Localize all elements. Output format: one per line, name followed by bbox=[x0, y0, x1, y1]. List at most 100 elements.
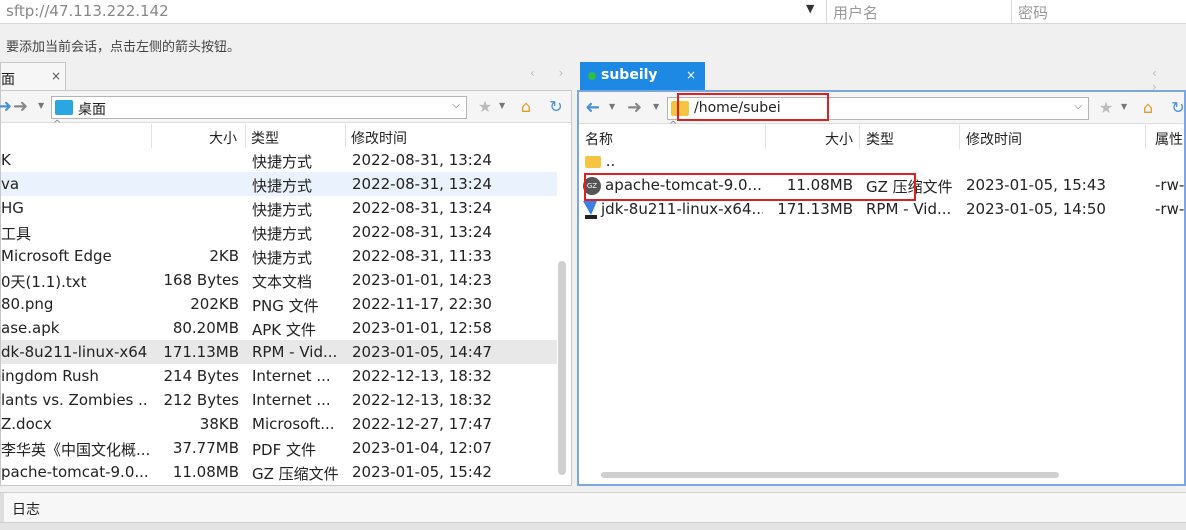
col-type[interactable]: 类型 bbox=[251, 128, 279, 148]
back-arrow-icon[interactable]: ➜ bbox=[0, 96, 12, 117]
local-path-field[interactable]: 桌面 ⌵ bbox=[51, 96, 467, 119]
col-name[interactable]: 名称 bbox=[585, 129, 613, 149]
divider bbox=[151, 124, 152, 148]
home-icon[interactable]: ⌂ bbox=[1138, 98, 1158, 118]
file-modified: 2022-12-13, 18:32 bbox=[352, 367, 492, 385]
bookmark-dropdown-icon[interactable]: ▼ bbox=[499, 101, 505, 110]
bookmark-star-icon[interactable]: ★ bbox=[1096, 98, 1116, 118]
parent-dir-row[interactable]: .. bbox=[579, 149, 1184, 173]
col-modified[interactable]: 修改时间 bbox=[351, 128, 407, 148]
file-size: 2KB bbox=[209, 247, 239, 265]
file-type: 快捷方式 bbox=[252, 153, 313, 171]
folder-icon bbox=[585, 155, 601, 168]
file-modified: 2023-01-05, 15:43 bbox=[966, 176, 1106, 194]
table-row[interactable]: 0天(1.1).txt 168 Bytes 文本文档 2023-01-01, 14:2… bbox=[1, 268, 557, 292]
username-field[interactable]: 用户名 bbox=[833, 2, 878, 23]
table-row[interactable]: pache-tomcat-9.0.... 11.08MB GZ 压缩文件 2023-0… bbox=[1, 460, 557, 484]
file-modified: 2023-01-05, 14:50 bbox=[966, 200, 1106, 218]
file-modified: 2023-01-05, 14:47 bbox=[352, 343, 492, 361]
table-row[interactable]: ingdom Rush 214 Bytes Internet ... 2022-12-… bbox=[1, 364, 557, 388]
file-type: RPM - Vid... bbox=[252, 343, 338, 361]
file-modified: 2022-12-27, 17:47 bbox=[352, 415, 492, 433]
table-row[interactable]: Z.docx 38KB Microsoft... 2022-12-27, 17:47 bbox=[1, 412, 557, 436]
refresh-icon[interactable]: ↻ bbox=[546, 97, 566, 117]
file-modified: 2023-01-01, 12:58 bbox=[352, 319, 492, 337]
status-strip bbox=[0, 522, 1186, 530]
bookmark-dropdown-icon[interactable]: ▼ bbox=[1121, 102, 1127, 111]
back-arrow-icon[interactable]: ➜ bbox=[585, 97, 600, 118]
history-dropdown-icon[interactable]: ▼ bbox=[38, 101, 44, 110]
col-size[interactable]: 大小 bbox=[825, 129, 853, 149]
path-highlight-box bbox=[677, 93, 829, 121]
tab-scroll-arrows[interactable]: ‹ › bbox=[530, 66, 573, 80]
file-size: 11.08MB bbox=[172, 463, 239, 481]
table-row[interactable]: 李华英《中国文化概... 37.77MB PDF 文件 2023-01-04, 12:… bbox=[1, 436, 557, 460]
file-type: 文本文档 bbox=[252, 273, 313, 291]
table-row[interactable]: Microsoft Edge 2KB 快捷方式 2022-08-31, 11:33 bbox=[1, 244, 557, 268]
file-size: 37.77MB bbox=[172, 439, 239, 457]
file-name: 0天(1.1).txt bbox=[1, 273, 87, 291]
log-label: 日志 bbox=[12, 502, 40, 518]
file-size: 212 Bytes bbox=[163, 391, 240, 409]
table-row[interactable]: ase.apk 80.20MB APK 文件 2023-01-01, 12:58 bbox=[1, 316, 557, 340]
divider bbox=[1011, 0, 1012, 24]
chevron-down-icon[interactable]: ▼ bbox=[806, 2, 814, 15]
divider bbox=[0, 493, 4, 523]
file-type: PNG 文件 bbox=[252, 297, 319, 315]
forward-arrow-icon[interactable]: ➜ bbox=[13, 96, 28, 117]
file-name: dk-8u211-linux-x64.... bbox=[1, 343, 149, 361]
home-icon[interactable]: ⌂ bbox=[516, 97, 536, 117]
table-row[interactable]: HG 快捷方式 2022-08-31, 13:24 bbox=[1, 196, 557, 220]
connection-bar: sftp://47.113.222.142 ▼ 用户名 密码 bbox=[0, 0, 1186, 24]
table-row[interactable]: va 快捷方式 2022-08-31, 13:24 bbox=[1, 172, 557, 196]
file-name: ingdom Rush bbox=[1, 367, 99, 385]
file-name: pache-tomcat-9.0.... bbox=[1, 463, 149, 481]
close-icon[interactable]: × bbox=[686, 68, 696, 82]
close-icon[interactable]: × bbox=[51, 69, 61, 83]
file-modified: 2023-01-01, 14:23 bbox=[352, 271, 492, 289]
divider bbox=[765, 125, 766, 149]
col-type[interactable]: 类型 bbox=[866, 129, 894, 149]
table-row[interactable]: 80.png 202KB PNG 文件 2022-11-17, 22:30 bbox=[1, 292, 557, 316]
file-size: 171.13MB bbox=[777, 200, 853, 218]
history-dropdown-icon[interactable]: ▼ bbox=[653, 102, 659, 111]
chevron-down-icon[interactable]: ⌵ bbox=[452, 100, 460, 111]
file-modified: 2022-08-31, 13:24 bbox=[352, 151, 492, 169]
chevron-down-icon[interactable]: ⌵ bbox=[1074, 101, 1082, 112]
file-size: 202KB bbox=[190, 295, 239, 313]
history-dropdown-icon[interactable]: ▼ bbox=[609, 102, 615, 111]
tab-local[interactable]: 面 × bbox=[0, 62, 66, 90]
file-name: 工具 bbox=[1, 225, 32, 243]
tab-remote-subeily[interactable]: subeily × bbox=[580, 62, 705, 90]
file-name: HG bbox=[1, 199, 24, 217]
file-size: 171.13MB bbox=[163, 343, 239, 361]
remote-table-header: ^ 名称 大小 类型 修改时间 属性 bbox=[579, 120, 1184, 149]
refresh-icon[interactable]: ↻ bbox=[1168, 98, 1186, 118]
table-row[interactable]: dk-8u211-linux-x64.... 171.13MB RPM - Vid.… bbox=[1, 340, 557, 364]
table-row[interactable]: lants vs. Zombies ... 212 Bytes Internet .… bbox=[1, 388, 557, 412]
local-toolbar: ➜ ➜ ▼ 桌面 ⌵ ★ ▼ ⌂ ↻ bbox=[0, 91, 571, 123]
col-size[interactable]: 大小 bbox=[209, 128, 237, 148]
col-attributes[interactable]: 属性 bbox=[1155, 129, 1183, 149]
file-attributes: -rw-r bbox=[1155, 176, 1185, 194]
local-file-pane: ➜ ➜ ▼ 桌面 ⌵ ★ ▼ ⌂ ↻ ^ 大小 类型 修改时间 K 快捷方式 202… bbox=[0, 90, 572, 486]
col-modified[interactable]: 修改时间 bbox=[966, 129, 1022, 149]
remote-horizontal-scrollbar[interactable] bbox=[601, 472, 1059, 478]
sort-caret-icon: ^ bbox=[53, 119, 62, 130]
file-modified: 2022-08-31, 11:33 bbox=[352, 247, 492, 265]
forward-arrow-icon[interactable]: ➜ bbox=[627, 97, 642, 118]
file-name-text: jdk-8u211-linux-x64.... bbox=[601, 200, 763, 218]
local-vertical-scrollbar[interactable] bbox=[558, 261, 566, 475]
file-type: 快捷方式 bbox=[252, 201, 313, 219]
table-row[interactable]: K 快捷方式 2022-08-31, 13:24 bbox=[1, 148, 557, 172]
bookmark-star-icon[interactable]: ★ bbox=[475, 97, 495, 117]
password-field[interactable]: 密码 bbox=[1018, 2, 1048, 23]
file-modified: 2022-08-31, 13:24 bbox=[352, 175, 492, 193]
file-name: Microsoft Edge bbox=[1, 247, 112, 265]
file-name: K bbox=[1, 151, 11, 169]
table-row[interactable]: 工具 快捷方式 2022-08-31, 13:24 bbox=[1, 220, 557, 244]
log-panel-bar[interactable]: 日志 bbox=[0, 492, 1186, 523]
host-field[interactable]: sftp://47.113.222.142 bbox=[6, 2, 169, 20]
file-type: Microsoft... bbox=[252, 415, 335, 433]
file-name: 李华英《中国文化概... bbox=[1, 441, 149, 459]
